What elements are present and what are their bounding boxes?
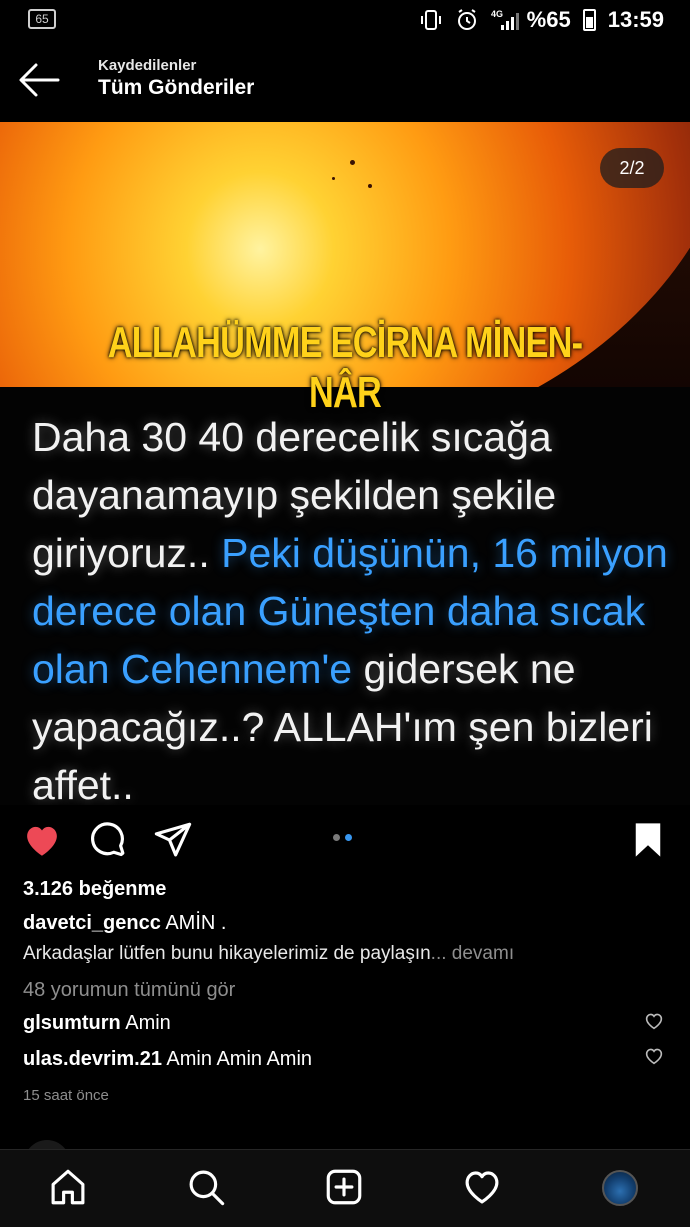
caption: davetci_gencc AMİN . xyxy=(23,912,226,935)
caption-continuation: Arkadaşlar lütfen bunu hikayelerimiz de … xyxy=(23,943,431,964)
alarm-icon xyxy=(455,8,479,32)
heart-outline-icon xyxy=(645,1048,663,1065)
comment-username[interactable]: ulas.devrim.21 xyxy=(23,1048,162,1070)
heart-outline-icon xyxy=(645,1013,663,1030)
comment-row: ulas.devrim.21 Amin Amin Amin xyxy=(23,1048,312,1071)
caption-line-2: Arkadaşlar lütfen bunu hikayelerimiz de … xyxy=(23,943,514,965)
activity-heart-icon xyxy=(465,1171,499,1204)
arrow-left-icon xyxy=(19,63,60,97)
nav-activity-button[interactable] xyxy=(461,1166,503,1208)
nav-new-post-button[interactable] xyxy=(323,1166,365,1208)
image-quote: Daha 30 40 derecelik sıcağa dayanamayıp … xyxy=(32,408,672,805)
carousel-page-counter: 2/2 xyxy=(600,148,664,188)
heart-filled-icon xyxy=(27,826,57,856)
comment-text: Amin xyxy=(125,1012,171,1034)
signal-4g-icon: 4G xyxy=(491,8,519,32)
nav-home-button[interactable] xyxy=(47,1166,89,1208)
comment-like-button[interactable] xyxy=(644,1012,664,1030)
comment-like-button[interactable] xyxy=(644,1047,664,1065)
view-all-comments-link[interactable]: 48 yorumun tümünü gör xyxy=(23,979,235,1002)
notification-badge: 65 xyxy=(28,9,56,29)
status-bar: 65 4G %65 13:59 xyxy=(0,0,690,40)
comment-icon xyxy=(91,822,125,857)
post-image[interactable]: 2/2 ALLAHÜMME ECİRNA MİNEN-NÂR Daha 30 4… xyxy=(0,122,690,805)
home-icon xyxy=(51,1169,85,1205)
carousel-dot xyxy=(333,834,340,841)
header: Kaydedilenler Tüm Gönderiler xyxy=(0,40,690,122)
clock: 13:59 xyxy=(607,7,664,32)
status-right: 4G %65 13:59 xyxy=(419,6,664,34)
send-icon xyxy=(154,822,192,857)
bottom-navigation xyxy=(0,1149,690,1227)
image-banner-text: ALLAHÜMME ECİRNA MİNEN-NÂR xyxy=(107,318,583,417)
save-button[interactable] xyxy=(627,819,669,861)
network-label: 4G xyxy=(491,9,503,19)
carousel-dot-active xyxy=(345,834,352,841)
battery-percent: %65 xyxy=(526,7,571,32)
page-title: Tüm Gönderiler xyxy=(98,76,255,99)
comment-text: Amin Amin Amin xyxy=(166,1048,313,1070)
caption-text: AMİN . xyxy=(165,912,227,934)
caption-author[interactable]: davetci_gencc xyxy=(23,912,161,934)
header-subtitle: Kaydedilenler xyxy=(98,57,197,74)
share-button[interactable] xyxy=(152,819,194,861)
more-link[interactable]: ... devamı xyxy=(431,943,514,964)
comment-username[interactable]: glsumturn xyxy=(23,1012,121,1034)
battery-icon xyxy=(582,9,596,31)
sun-spot xyxy=(368,184,372,188)
search-icon xyxy=(189,1170,225,1206)
like-button[interactable] xyxy=(21,819,63,861)
add-post-icon xyxy=(326,1169,362,1205)
vibrate-icon xyxy=(419,8,443,32)
comment-button[interactable] xyxy=(87,819,129,861)
back-button[interactable] xyxy=(16,60,62,100)
nav-search-button[interactable] xyxy=(185,1166,227,1208)
carousel-indicator xyxy=(333,834,352,841)
comment-row: glsumturn Amin xyxy=(23,1012,171,1035)
post-timestamp: 15 saat önce xyxy=(23,1087,109,1104)
nav-profile-avatar[interactable] xyxy=(602,1170,638,1206)
sun-spot xyxy=(332,177,335,180)
sun-spot xyxy=(350,160,355,165)
post-actions xyxy=(0,805,690,873)
likes-count[interactable]: 3.126 beğenme xyxy=(23,878,166,901)
bookmark-filled-icon xyxy=(635,823,661,857)
